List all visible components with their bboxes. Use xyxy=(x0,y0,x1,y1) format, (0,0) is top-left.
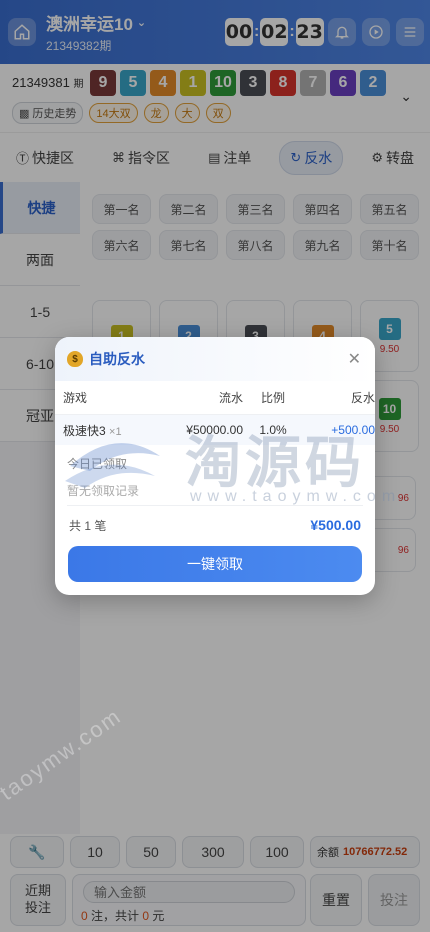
rebate-dialog: $ 自助反水 ✕ 游戏 流水 比例 反水 极速快3 ×1 ¥50000.00 1… xyxy=(55,337,375,595)
dialog-title: 自助反水 xyxy=(89,351,145,367)
table-row: 极速快3 ×1 ¥50000.00 1.0% +500.00 xyxy=(55,415,375,445)
total-rebate: ¥500.00 xyxy=(310,517,361,533)
claim-all-button[interactable]: 一键领取 xyxy=(68,546,362,582)
claimed-today-label: 今日已领取 xyxy=(67,457,128,471)
dialog-summary: 共 1 笔 ¥500.00 xyxy=(69,517,361,533)
close-icon[interactable]: ✕ xyxy=(348,349,361,369)
dialog-header: $ 自助反水 xyxy=(55,337,375,381)
table-header: 游戏 流水 比例 反水 xyxy=(55,381,375,415)
no-record-label: 暂无领取记录 xyxy=(67,472,363,506)
money-bag-icon: $ xyxy=(67,351,83,367)
